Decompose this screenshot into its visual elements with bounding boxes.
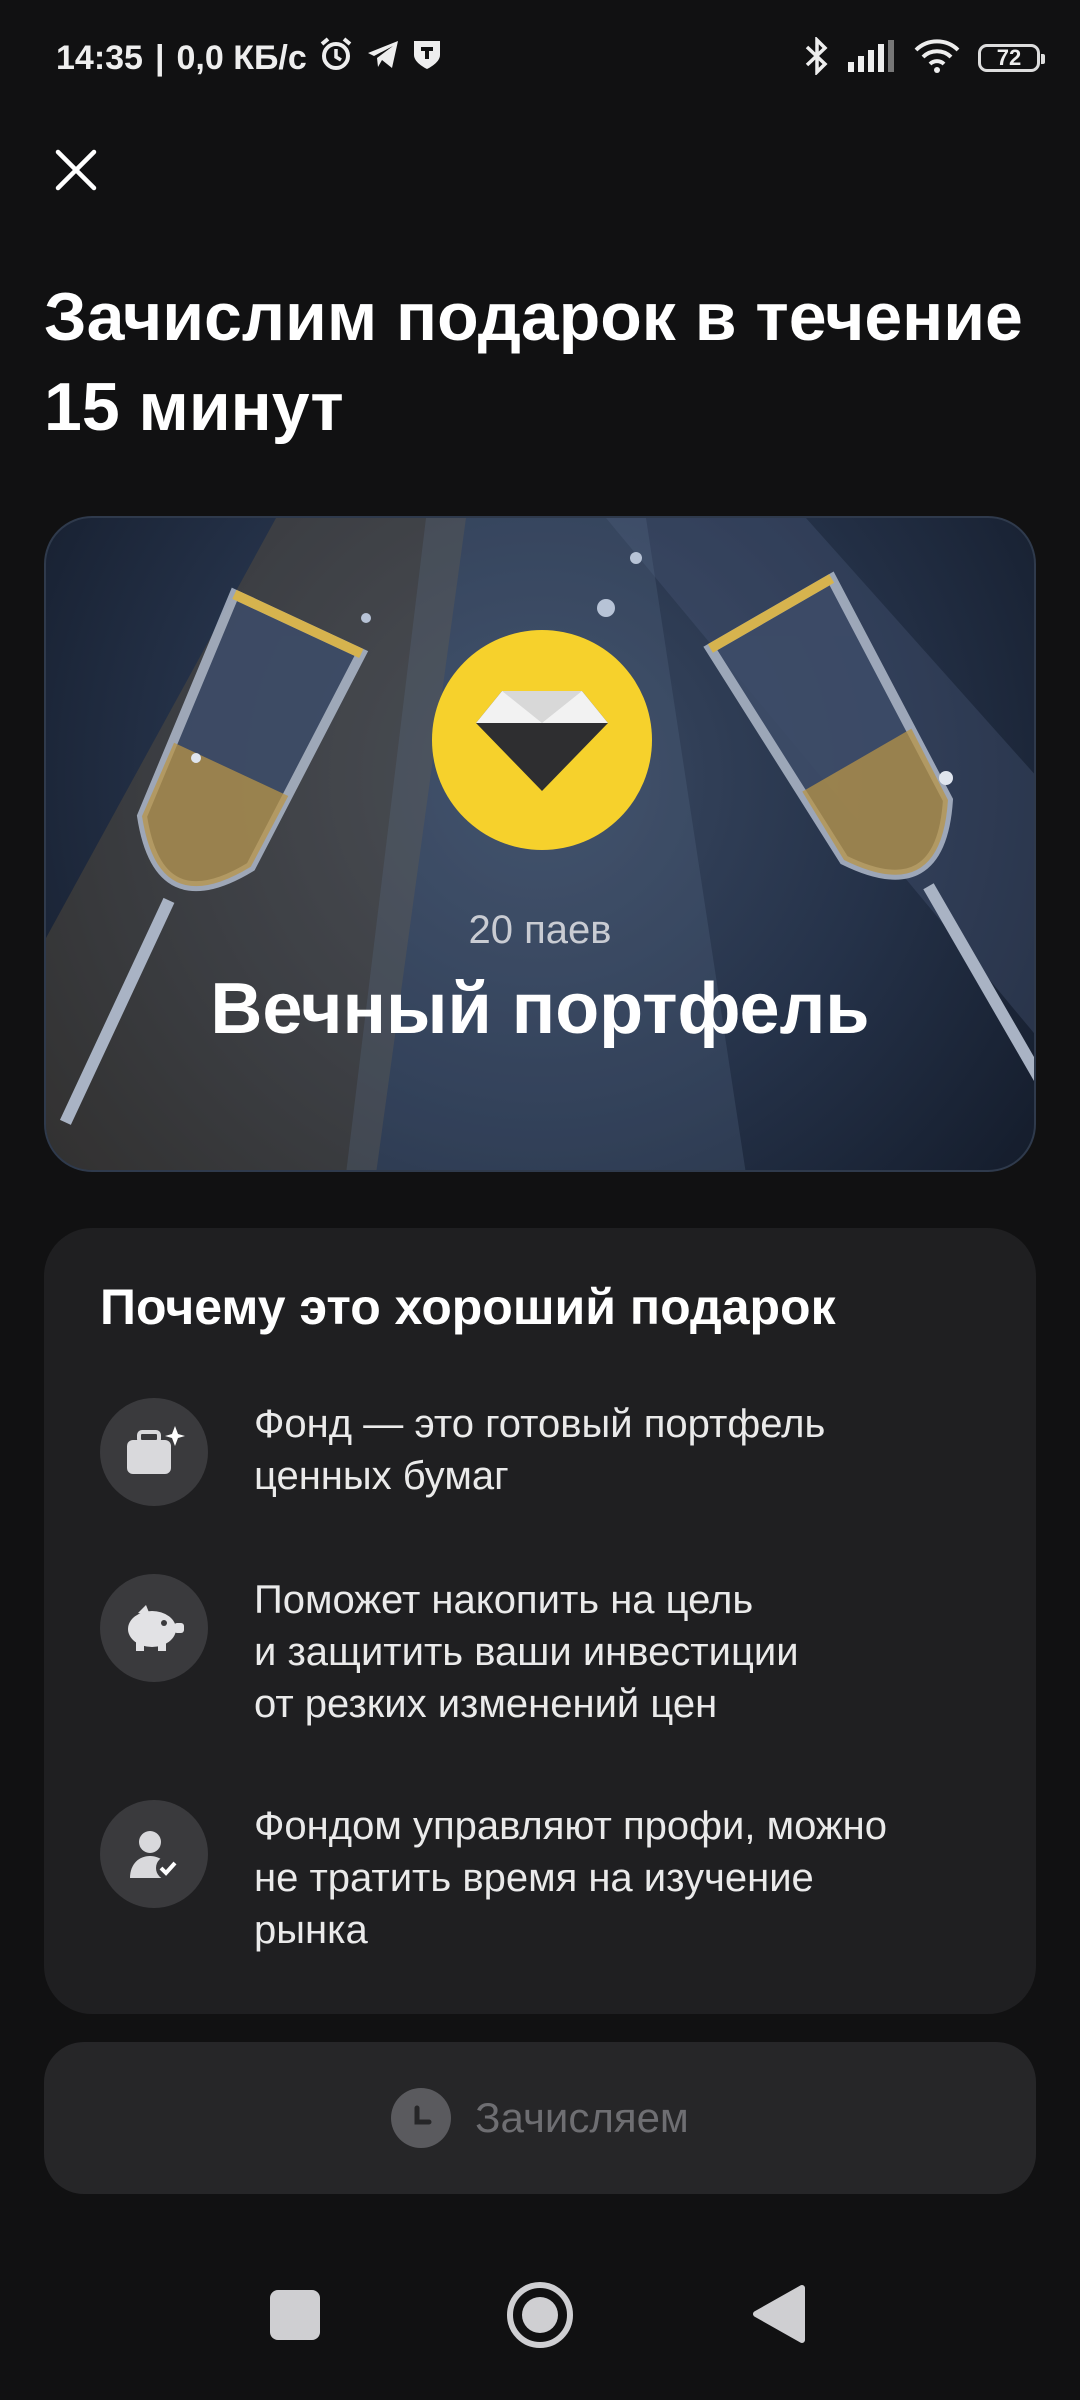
piggy-bank-icon xyxy=(100,1574,208,1682)
close-icon xyxy=(54,148,98,197)
crediting-label: Зачисляем xyxy=(475,2094,689,2141)
bluetooth-icon xyxy=(804,35,830,80)
manager-check-icon xyxy=(100,1800,208,1908)
reason-text: Фондом управляют профи, можно не тратить… xyxy=(254,1804,888,1952)
status-separator: | xyxy=(154,38,165,77)
alarm-icon xyxy=(317,35,355,82)
reasons-title: Почему это хороший подарок xyxy=(100,1279,836,1335)
reason-text: Поможет накопить на цель и защитить ваши… xyxy=(254,1578,799,1726)
battery-icon: 72 xyxy=(978,44,1045,72)
status-bar-right: 72 xyxy=(804,34,1045,82)
fund-name: Вечный портфель xyxy=(210,969,870,1049)
fund-units: 20 паев xyxy=(468,908,612,952)
network-speed: 0,0 КБ/с xyxy=(176,38,307,77)
telegram-icon xyxy=(365,36,401,81)
fund-logo xyxy=(432,630,652,850)
reason-item: Фондом управляют профи, можно не тратить… xyxy=(100,1800,980,1956)
close-button[interactable] xyxy=(44,140,108,204)
recents-icon[interactable] xyxy=(270,2290,320,2340)
wifi-icon xyxy=(914,38,960,78)
vpn-shield-icon xyxy=(411,37,443,80)
status-time: 14:35 xyxy=(56,38,143,77)
reason-item: Поможет накопить на цель и защитить ваши… xyxy=(100,1574,980,1730)
crediting-button[interactable]: Зачисляем xyxy=(44,2042,1036,2194)
reasons-card: Почему это хороший подарок Фонд — это го… xyxy=(44,1228,1036,2014)
reason-item: Фонд — это готовый портфель ценных бумаг xyxy=(100,1398,980,1506)
diamond-icon xyxy=(472,683,612,798)
reason-text: Фонд — это готовый портфель ценных бумаг xyxy=(254,1402,826,1498)
gift-banner: 20 паев Вечный портфель xyxy=(44,516,1036,1172)
briefcase-sparkle-icon xyxy=(100,1398,208,1506)
status-bar-left: 14:35 | 0,0 КБ/с xyxy=(56,34,443,82)
clock-icon xyxy=(391,2088,452,2148)
signal-icon xyxy=(848,39,896,77)
home-icon[interactable] xyxy=(505,2280,575,2350)
battery-level: 72 xyxy=(996,45,1022,70)
back-icon[interactable] xyxy=(752,2284,806,2349)
page-title: Зачислим подарок в течение 15 минут xyxy=(44,279,1023,445)
